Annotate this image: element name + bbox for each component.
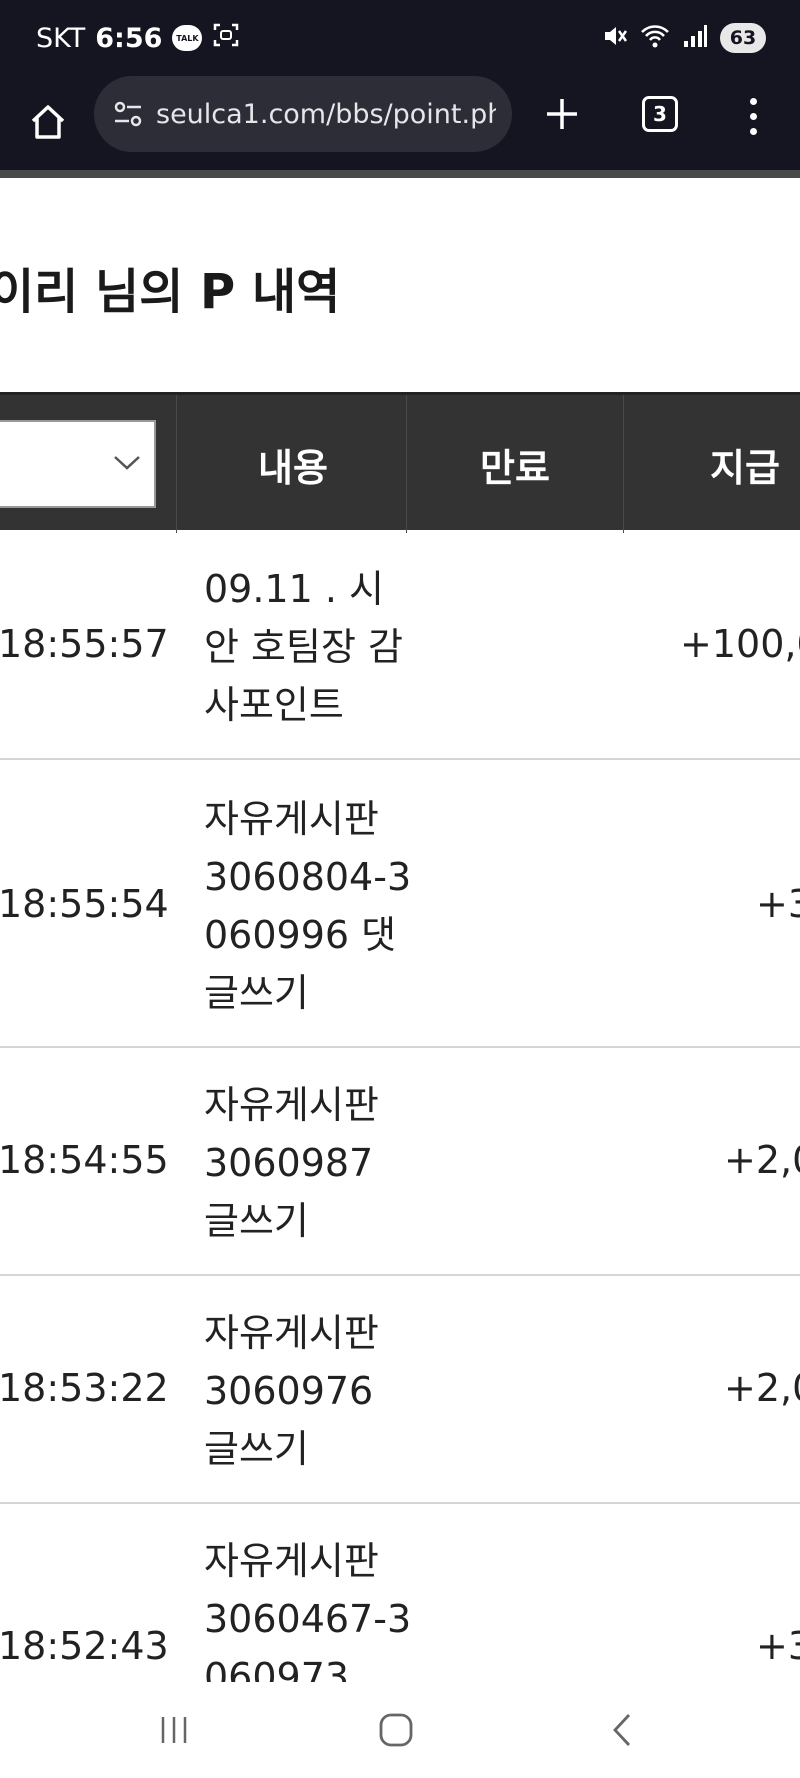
carrier-label: SKT <box>36 22 86 54</box>
mute-icon <box>600 22 628 54</box>
site-settings-icon[interactable] <box>108 94 148 134</box>
row-time: 18:52:43 <box>0 1624 169 1668</box>
plus-icon <box>547 99 577 129</box>
table-header: 내용 만료 지급 <box>0 392 800 533</box>
home-icon <box>31 105 65 139</box>
back-button[interactable] <box>590 1698 654 1762</box>
row-amount: +2,0 <box>724 1366 800 1410</box>
header-separator <box>623 395 624 533</box>
row-time: 18:53:22 <box>0 1366 169 1410</box>
filter-select[interactable] <box>0 420 156 508</box>
address-bar[interactable]: seulca1.com/bbs/point.php <box>94 76 512 152</box>
screenshot-icon <box>212 21 240 56</box>
row-time: 18:55:57 <box>0 622 169 666</box>
home-nav-button[interactable] <box>364 1698 428 1762</box>
battery-icon: 63 <box>720 23 766 53</box>
chevron-down-icon <box>112 452 142 476</box>
header-content: 내용 <box>258 445 328 490</box>
url-text[interactable]: seulca1.com/bbs/point.php <box>156 99 496 130</box>
browser-toolbar: seulca1.com/bbs/point.php 3 <box>0 74 800 170</box>
status-left: SKT 6:56 TALK <box>36 20 240 56</box>
row-amount: +3 <box>756 1624 800 1668</box>
status-right: 63 <box>600 20 766 56</box>
row-content: 자유게시판 3060976 글쓰기 <box>204 1311 379 1471</box>
wifi-icon <box>640 22 670 54</box>
home-button[interactable] <box>24 90 72 154</box>
header-divider <box>0 170 800 178</box>
header-separator <box>176 395 177 533</box>
more-menu-icon[interactable] <box>740 88 766 144</box>
home-circle-icon <box>379 1713 413 1747</box>
row-content: 자유게시판 3060804-3060996 댓글쓰기 <box>204 797 412 1015</box>
row-amount: +2,0 <box>724 1138 800 1182</box>
recent-apps-icon <box>161 1717 187 1743</box>
row-amount: +3 <box>756 882 800 926</box>
header-separator <box>406 395 407 533</box>
new-tab-button[interactable] <box>538 86 586 142</box>
row-divider <box>0 1046 800 1048</box>
row-divider <box>0 758 800 760</box>
page-title: 이리 님의 P 내역 <box>0 264 341 320</box>
recent-apps-button[interactable] <box>142 1698 206 1762</box>
row-content: 자유게시판 3060467-3060973 <box>204 1539 412 1682</box>
row-time: 18:54:55 <box>0 1138 169 1182</box>
back-icon <box>613 1714 631 1746</box>
system-nav-bar <box>0 1682 800 1778</box>
table-body: 18:55:57 09.11 . 시안 호팀장 감사포인트 +100,0 18:… <box>0 530 800 1682</box>
status-time: 6:56 <box>95 22 163 54</box>
header-expiry: 만료 <box>480 445 550 490</box>
tab-switcher-button[interactable]: 3 <box>642 96 678 132</box>
talk-icon: TALK <box>172 25 203 51</box>
row-time: 18:55:54 <box>0 882 169 926</box>
tab-count: 3 <box>653 102 667 126</box>
row-divider <box>0 1502 800 1504</box>
talk-icon-label: TALK <box>176 33 199 43</box>
status-bar: SKT 6:56 TALK 63 <box>0 0 800 74</box>
row-amount: +100,0 <box>680 622 800 666</box>
header-payment: 지급 <box>710 445 780 490</box>
row-content: 09.11 . 시안 호팀장 감사포인트 <box>204 567 403 727</box>
row-content: 자유게시판 3060987 글쓰기 <box>204 1083 379 1243</box>
row-divider <box>0 1274 800 1276</box>
signal-icon <box>682 23 708 53</box>
battery-level: 63 <box>729 27 757 49</box>
